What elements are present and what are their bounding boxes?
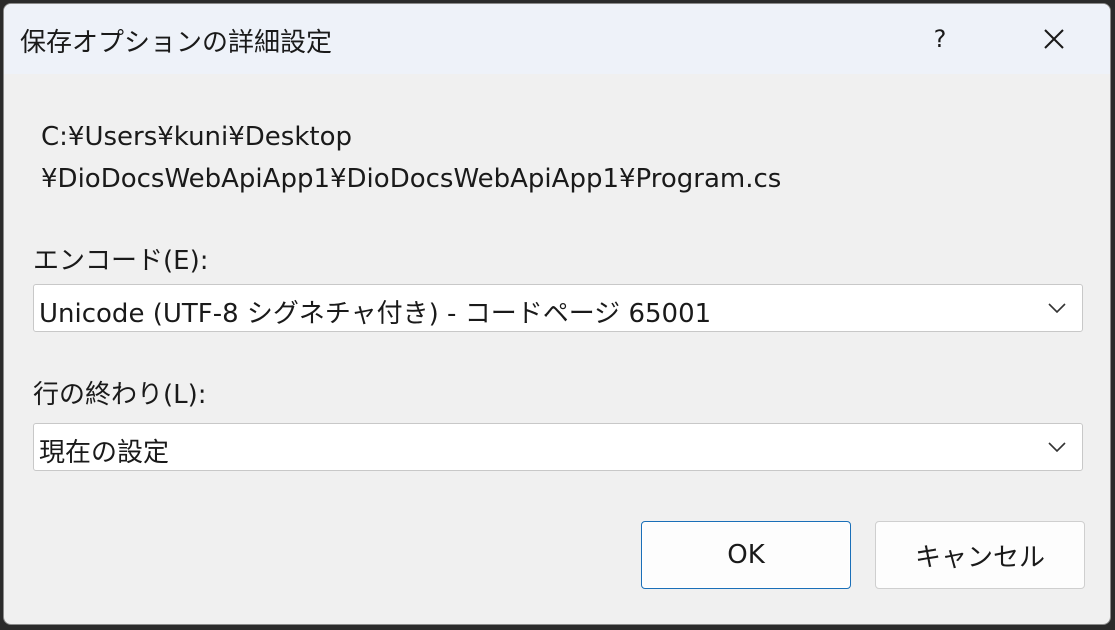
title-bar: 保存オプションの詳細設定 ? — [4, 4, 1110, 74]
file-path-line-2: ¥DioDocsWebApiApp1¥DioDocsWebApiApp1¥Pro… — [41, 164, 782, 194]
close-icon — [1044, 29, 1064, 49]
chevron-down-icon — [1048, 303, 1066, 313]
help-button[interactable]: ? — [890, 4, 990, 74]
encoding-label: エンコード(E): — [33, 246, 209, 276]
encoding-select[interactable]: Unicode (UTF-8 シグネチャ付き) - コードページ 65001 — [33, 284, 1083, 332]
dialog-title: 保存オプションの詳細設定 — [20, 28, 333, 58]
help-icon: ? — [933, 25, 947, 53]
close-button[interactable] — [1004, 4, 1104, 74]
line-endings-select[interactable]: 現在の設定 — [33, 423, 1083, 471]
encoding-selected-value: Unicode (UTF-8 シグネチャ付き) - コードページ 65001 — [39, 299, 712, 329]
file-path-line-1: C:¥Users¥kuni¥Desktop — [41, 122, 353, 152]
chevron-down-icon — [1048, 442, 1066, 452]
cancel-button[interactable]: キャンセル — [875, 521, 1085, 589]
line-endings-label: 行の終わり(L): — [33, 380, 207, 410]
save-options-dialog: 保存オプションの詳細設定 ? C:¥Users¥kuni¥Desktop ¥Di… — [3, 3, 1111, 625]
ok-button[interactable]: OK — [641, 521, 851, 589]
line-endings-dropdown-button[interactable] — [1044, 424, 1070, 470]
encoding-dropdown-button[interactable] — [1044, 285, 1070, 331]
file-path: C:¥Users¥kuni¥Desktop ¥DioDocsWebApiApp1… — [41, 116, 781, 200]
line-endings-selected-value: 現在の設定 — [39, 438, 170, 468]
